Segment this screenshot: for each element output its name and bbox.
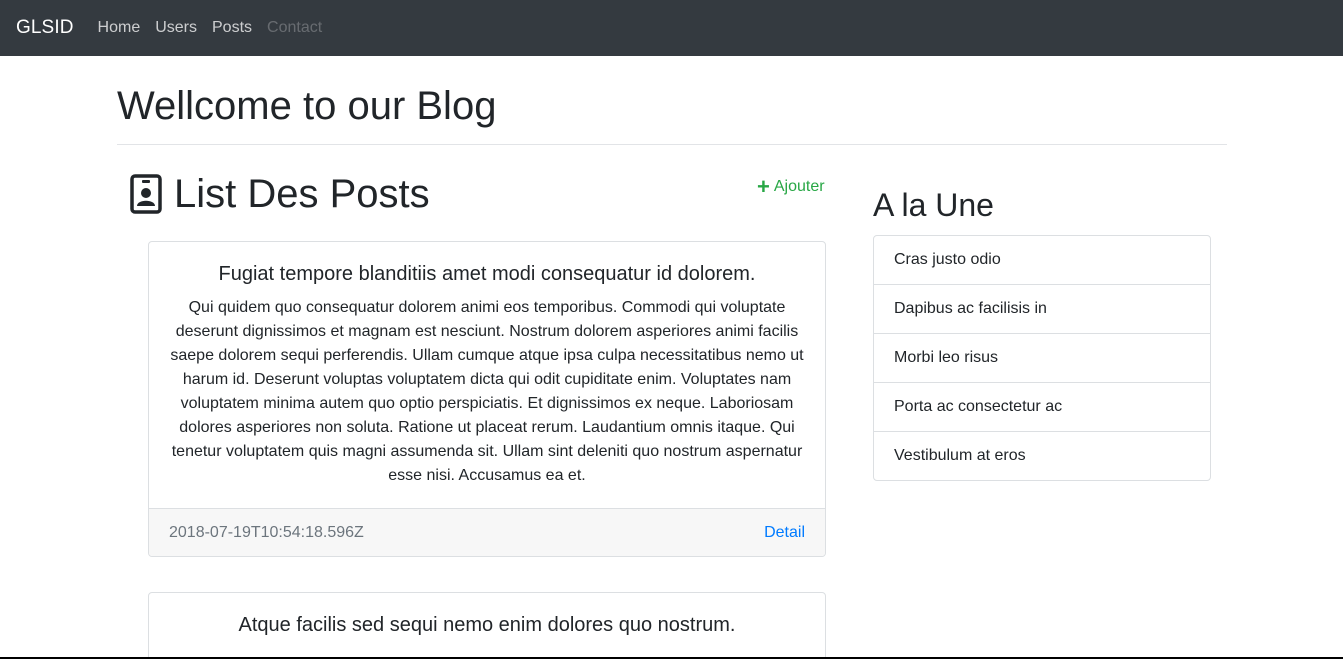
page: GLSID Home Users Posts Contact Wellcome … <box>0 0 1343 659</box>
featured-list-item[interactable]: Morbi leo risus <box>874 334 1210 383</box>
nav-link-home[interactable]: Home <box>98 19 141 37</box>
post-body: Qui quidem quo consequatur dolorem animi… <box>170 299 804 484</box>
featured-list: Cras justo odio Dapibus ac facilisis in … <box>873 235 1211 481</box>
page-title: Wellcome to our Blog <box>117 84 497 128</box>
post-card: Atque facilis sed sequi nemo enim dolore… <box>148 592 826 659</box>
post-card: Fugiat tempore blanditiis amet modi cons… <box>148 241 826 557</box>
post-card-body: Fugiat tempore blanditiis amet modi cons… <box>149 242 825 508</box>
sidebar-title: A la Une <box>873 187 994 223</box>
post-detail-link[interactable]: Detail <box>764 524 805 542</box>
header-divider <box>117 144 1227 145</box>
post-title: Fugiat tempore blanditiis amet modi cons… <box>218 263 756 285</box>
nav-link-contact[interactable]: Contact <box>267 19 322 37</box>
nav-link-users[interactable]: Users <box>155 19 197 37</box>
add-post-link[interactable]: + Ajouter <box>757 174 825 199</box>
featured-list-item[interactable]: Vestibulum at eros <box>874 432 1210 480</box>
nav-link-posts[interactable]: Posts <box>212 19 252 37</box>
plus-icon: + <box>757 174 770 199</box>
featured-list-item[interactable]: Porta ac consectetur ac <box>874 383 1210 432</box>
posts-heading: List Des Posts <box>130 170 430 218</box>
top-navbar: GLSID Home Users Posts Contact <box>0 0 1343 56</box>
posts-title: List Des Posts <box>174 172 430 216</box>
post-card-body: Atque facilis sed sequi nemo enim dolore… <box>149 593 825 659</box>
featured-list-item[interactable]: Cras justo odio <box>874 236 1210 285</box>
post-card-footer: 2018-07-19T10:54:18.596Z Detail <box>149 508 825 556</box>
contact-card-icon <box>130 174 162 214</box>
featured-list-item[interactable]: Dapibus ac facilisis in <box>874 285 1210 334</box>
brand-link[interactable]: GLSID <box>16 17 74 39</box>
add-post-label: Ajouter <box>773 178 825 195</box>
post-date: 2018-07-19T10:54:18.596Z <box>169 523 364 541</box>
post-title: Atque facilis sed sequi nemo enim dolore… <box>238 614 736 636</box>
